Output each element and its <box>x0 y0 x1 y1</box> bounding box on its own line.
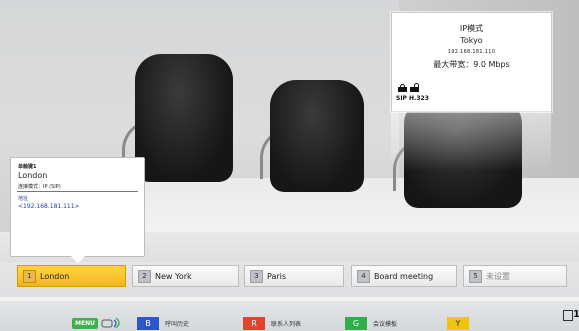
screen-number: 1 <box>573 309 579 320</box>
speed-dial-number: 5 <box>469 269 482 283</box>
site-name: Tokyo <box>460 36 483 45</box>
connection-mode: 连接模式：IP (SIP) <box>18 184 61 190</box>
speed-dial-3[interactable]: 3 Paris <box>244 265 344 287</box>
speed-dial-4[interactable]: 4 Board meeting <box>351 265 457 287</box>
speed-dial-5[interactable]: 5 未设置 <box>463 265 567 287</box>
speed-dial-label: 未设置 <box>486 271 510 281</box>
unlock-icon <box>410 83 419 92</box>
menu-button[interactable]: MENU <box>72 318 98 329</box>
protocol-label: SIP H.323 <box>396 95 429 102</box>
speed-dial-number: 2 <box>138 269 151 283</box>
panel-shadow <box>391 111 551 171</box>
speed-dial-label: London <box>40 271 70 281</box>
speed-dial-number: 4 <box>357 269 370 283</box>
contact-list-label: 联系人列表 <box>271 321 302 328</box>
remote-control-icon <box>101 317 120 329</box>
divider <box>17 191 138 192</box>
speed-dial-1[interactable]: 1 London <box>17 265 126 287</box>
blue-button[interactable]: B <box>137 317 159 330</box>
yellow-button[interactable]: Y <box>447 317 469 330</box>
speed-dial-number: 1 <box>23 269 36 283</box>
speed-dial-label: Paris <box>267 271 287 281</box>
ip-mode: IP模式 <box>459 24 484 33</box>
encryption-status <box>398 83 419 92</box>
chair <box>135 54 233 182</box>
green-button[interactable]: G <box>345 317 367 330</box>
call-history-label: 呼叫历史 <box>165 321 190 328</box>
address-label: 地址 <box>18 196 29 202</box>
max-bandwidth: 最大带宽：9.0 Mbps <box>433 60 510 69</box>
speed-dial-2[interactable]: 2 New York <box>132 265 239 287</box>
speed-dial-label: New York <box>155 271 192 281</box>
one-touch-key-label: 单触键1 <box>18 164 37 170</box>
contact-detail-popup: 单触键1 London 连接模式：IP (SIP) 地址 <192.168.18… <box>10 157 145 264</box>
ip-info-panel: IP模式 Tokyo 192.168.181.110 最大带宽：9.0 Mbps… <box>391 12 552 112</box>
lock-icon <box>398 84 407 92</box>
contact-name: London <box>18 171 48 180</box>
chair <box>270 80 364 192</box>
contact-address: <192.168.181.111> <box>18 203 80 210</box>
screen-icon <box>563 310 573 321</box>
meeting-template-label: 会议模板 <box>373 321 398 328</box>
speed-dial-number: 3 <box>250 269 263 283</box>
red-button[interactable]: R <box>243 317 265 330</box>
ip-address: 192.168.181.110 <box>447 49 496 55</box>
speed-dial-label: Board meeting <box>374 271 434 281</box>
